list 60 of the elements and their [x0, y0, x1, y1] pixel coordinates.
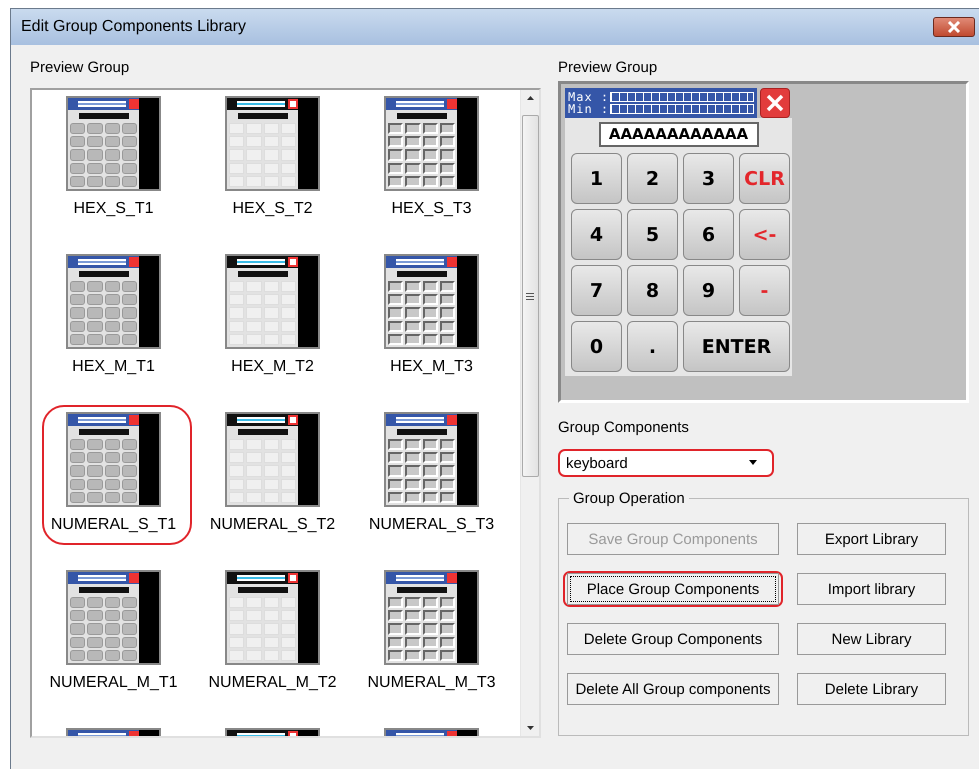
- dropdown-caret-icon: [748, 460, 758, 466]
- display-field: AAAAAAAAAAAA: [598, 122, 758, 147]
- close-button[interactable]: [933, 17, 975, 37]
- grip-icon: [526, 292, 534, 300]
- section-label: Group Components: [558, 419, 690, 436]
- thumbnail-label: NUMERAL_M_T1: [49, 674, 178, 692]
- scrollbar[interactable]: [520, 90, 539, 736]
- keypad-thumbnail-drawing[interactable]: [66, 254, 161, 349]
- operation-button[interactable]: New Library: [797, 623, 946, 655]
- operation-button[interactable]: Delete Library: [797, 673, 946, 705]
- panel-label: Preview Group: [558, 59, 658, 76]
- thumbnail-label: NUMERAL_M_T3: [367, 674, 496, 692]
- operation-button[interactable]: Export Library: [797, 523, 946, 555]
- keypad-key[interactable]: ENTER: [683, 321, 790, 372]
- close-icon: [765, 93, 785, 113]
- keypad-key[interactable]: 0: [571, 321, 622, 372]
- keypad-thumbnail-drawing[interactable]: [384, 96, 479, 191]
- keypad-thumbnail-drawing[interactable]: [225, 570, 320, 665]
- keypad-thumbnail-drawing[interactable]: [384, 570, 479, 665]
- keypad-key[interactable]: .: [627, 321, 678, 372]
- thumbnail-label: HEX_M_T2: [231, 358, 314, 376]
- keypad-key[interactable]: 5: [627, 209, 678, 260]
- thumbnail-label: HEX_S_T3: [391, 200, 472, 218]
- keypad-key[interactable]: 8: [627, 265, 678, 316]
- max-label: Max :: [568, 91, 608, 103]
- component-dropdown[interactable]: keyboard: [558, 449, 774, 477]
- thumbnail-label: NUMERAL_S_T2: [210, 516, 336, 534]
- thumbnail-label: NUMERAL_S_T1: [50, 516, 176, 534]
- keypad-thumbnail-drawing[interactable]: [384, 412, 479, 507]
- keypad-thumbnail-drawing[interactable]: [66, 412, 161, 507]
- close-icon: [947, 21, 961, 33]
- operation-button[interactable]: Delete All Group components: [567, 673, 779, 705]
- keypad-thumbnail-drawing[interactable]: [225, 96, 320, 191]
- keypad-key[interactable]: 7: [571, 265, 622, 316]
- keypad-key[interactable]: 6: [683, 209, 734, 260]
- thumbnail-label: HEX_M_T3: [390, 358, 473, 376]
- thumbnail-label: HEX_M_T1: [72, 358, 155, 376]
- panel-label: Preview Group: [30, 59, 130, 76]
- group-label: Group Operation: [569, 490, 689, 507]
- close-button[interactable]: [760, 88, 790, 118]
- keypad-key[interactable]: 2: [627, 153, 678, 204]
- operation-button[interactable]: Import library: [797, 573, 946, 605]
- min-label: Min :: [568, 103, 608, 115]
- keypad-thumbnail-drawing[interactable]: [225, 412, 320, 507]
- operation-button[interactable]: Place Group Components: [567, 573, 779, 605]
- scroll-thumb[interactable]: [522, 115, 538, 477]
- operation-button[interactable]: Delete Group Components: [567, 623, 779, 655]
- thumbnail-label: NUMERAL_S_T3: [368, 516, 494, 534]
- keypad-key[interactable]: 9: [683, 265, 734, 316]
- thumbnail-label: NUMERAL_M_T2: [208, 674, 337, 692]
- keypad-thumbnail-drawing[interactable]: [384, 254, 479, 349]
- keypad-thumbnail-drawing[interactable]: [66, 570, 161, 665]
- thumbnail-label: HEX_S_T2: [232, 200, 313, 218]
- keypad-key[interactable]: 1: [571, 153, 622, 204]
- window-title: Edit Group Components Library: [21, 18, 246, 36]
- keypad-key[interactable]: 3: [683, 153, 734, 204]
- keypad-key[interactable]: 4: [571, 209, 622, 260]
- keypad-thumbnail-drawing[interactable]: [66, 96, 161, 191]
- thumbnail-label: HEX_S_T1: [73, 200, 154, 218]
- keypad-thumbnail-drawing[interactable]: [225, 254, 320, 349]
